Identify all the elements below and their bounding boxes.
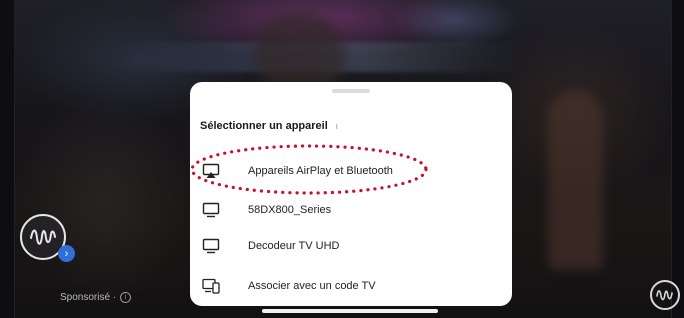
device-label: Associer avec un code TV [248, 280, 376, 292]
highlight-annotation [190, 144, 428, 195]
tv-icon [202, 202, 220, 218]
device-row-58dx800[interactable]: 58DX800_Series [190, 193, 512, 227]
device-row-tv-code[interactable]: Associer avec un code TV [190, 269, 512, 303]
device-label: Decodeur TV UHD [248, 240, 340, 252]
sponsored-text: Sponsorisé · [60, 292, 117, 303]
device-row-decodeur[interactable]: Decodeur TV UHD [190, 229, 512, 263]
title-mark: ι [335, 121, 338, 131]
device-label: 58DX800_Series [248, 204, 332, 216]
video-figure [548, 90, 603, 270]
sheet-drag-handle[interactable] [332, 89, 370, 93]
info-icon[interactable]: i [120, 292, 132, 303]
home-indicator[interactable] [262, 309, 438, 313]
sheet-title: Sélectionner un appareil ι [200, 120, 338, 132]
link-tv-code-icon [202, 278, 220, 294]
sheet-title-text: Sélectionner un appareil [200, 120, 328, 132]
sponsored-label: Sponsorisé · i [60, 292, 132, 303]
video-screen: › Sponsorisé · i Sélectionner un apparei… [0, 0, 684, 318]
chevron-right-icon[interactable]: › [58, 245, 75, 262]
waveform-logo-icon[interactable] [650, 280, 680, 310]
tv-icon [202, 238, 220, 254]
